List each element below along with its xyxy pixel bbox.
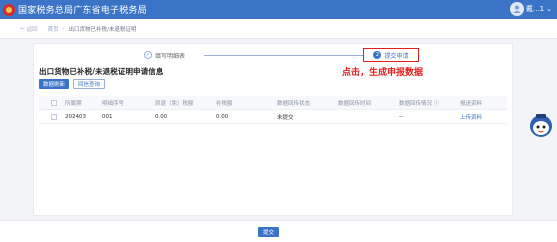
chevron-down-icon: ⌄ [546, 5, 552, 13]
cell-refund: 0.00 [155, 113, 168, 120]
column-header: 数据回传时间 [338, 100, 372, 107]
user-name: 戴...1 [525, 5, 545, 13]
cell-status: 未提交 [277, 114, 294, 121]
app-title: 国家税务总局广东省电子税务局 [18, 6, 147, 16]
refresh-data-button[interactable]: 数据刷新 [39, 79, 70, 89]
breadcrumb-current: 出口货物已补税/未退税证明 [68, 26, 137, 33]
table-row: 202403 001 0.00 0.00 未提交 -- 上传资料 [39, 110, 507, 124]
breadcrumb-home[interactable]: 首页 [48, 25, 59, 33]
top-header: 国家税务总局广东省电子税务局 戴...1 ⌄ [0, 0, 557, 19]
back-button[interactable]: ← 返回 [20, 25, 38, 33]
column-header: 数据回传状态 [277, 100, 311, 107]
column-header: 报送资料 [460, 100, 483, 107]
table-header: 所属期 明细序号 原退（免）税额 补税额 数据回传状态 数据回传时间 数据回传情… [39, 96, 507, 110]
step-connector [204, 55, 364, 56]
step-fill-detail[interactable]: ✓ 填写明细表 [144, 51, 185, 60]
red-annotation: 点击，生成申报数据 [342, 68, 424, 78]
form-title: 出口货物已补税/未退税证明申请信息 [39, 67, 164, 76]
breadcrumb-separator: / [62, 25, 65, 32]
column-header: 原退（免）税额 [155, 100, 194, 107]
cell-info: -- [399, 113, 403, 120]
step-submit-application[interactable]: 2 提交申请 [363, 48, 419, 62]
submit-button[interactable]: 提交 [258, 227, 280, 237]
bottom-action-bar: 提交 [0, 220, 557, 242]
column-header: 补税额 [216, 100, 233, 107]
user-menu[interactable]: 戴...1 ⌄ [509, 2, 552, 16]
status-query-button[interactable]: 回信查询 [73, 79, 106, 89]
assistant-mascot-icon[interactable] [527, 111, 555, 139]
info-icon[interactable]: ⓘ [434, 101, 440, 107]
column-header: 明细序号 [102, 100, 125, 107]
upload-materials-link[interactable]: 上传资料 [460, 113, 507, 121]
arrow-left-icon: ← [20, 25, 25, 32]
cell-period: 202403 [65, 113, 86, 120]
avatar-icon [509, 2, 524, 16]
back-label: 返回 [26, 26, 38, 33]
application-table: 所属期 明细序号 原退（免）税额 补税额 数据回传状态 数据回传时间 数据回传情… [39, 96, 507, 124]
row-checkbox-cell [39, 113, 65, 120]
step-label: 填写明细表 [155, 52, 186, 60]
row-checkbox[interactable] [51, 113, 57, 120]
cell-seq: 001 [102, 113, 113, 120]
step-label: 提交申请 [384, 52, 409, 60]
select-all-checkbox[interactable] [51, 99, 57, 106]
header-checkbox-cell [39, 99, 65, 106]
action-buttons: 数据刷新 回信查询 [39, 79, 106, 89]
column-header: 数据回传情况 ⓘ [399, 100, 440, 107]
cell-supplement: 0.00 [216, 113, 229, 120]
tax-emblem-icon [3, 3, 15, 16]
column-header: 所属期 [65, 100, 82, 107]
check-circle-icon: ✓ [144, 51, 152, 59]
step-number: 2 [373, 51, 382, 59]
step-indicator: ✓ 填写明细表 2 提交申请 [144, 48, 444, 62]
breadcrumb: ← 返回 首页 / 出口货物已补税/未退税证明 [0, 19, 557, 39]
main-card: ✓ 填写明细表 2 提交申请 出口货物已补税/未退税证明申请信息 点击，生成申报… [33, 43, 513, 216]
